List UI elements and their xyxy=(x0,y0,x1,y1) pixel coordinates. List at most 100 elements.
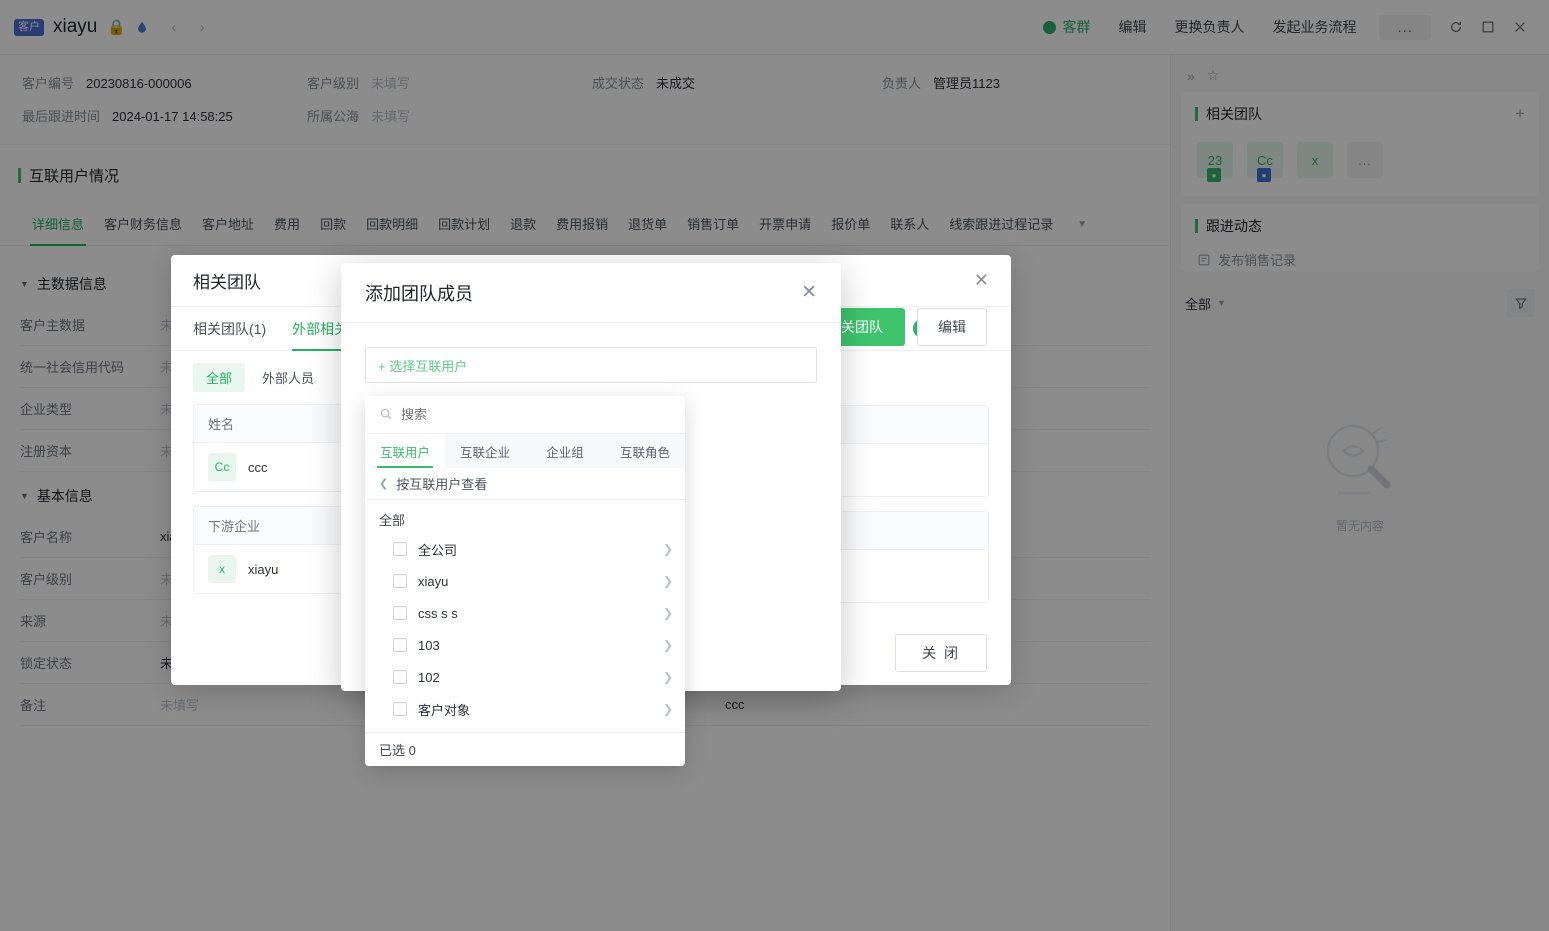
dd-tab-interconnect-role[interactable]: 互联角色 xyxy=(605,434,685,468)
section-band: 互联用户情况 xyxy=(0,146,1170,204)
dynamics-filter-select[interactable]: 全部 ▼ xyxy=(1185,294,1226,313)
field-value: 未填写 xyxy=(371,109,411,124)
start-process-button[interactable]: 发起业务流程 xyxy=(1259,10,1369,44)
filter-label: 全部 xyxy=(1185,296,1212,312)
tab-payment-plan[interactable]: 回款计划 xyxy=(428,204,500,246)
pill-external-person[interactable]: 外部人员 xyxy=(249,363,327,392)
field-value: 2024-01-17 14:58:25 xyxy=(112,109,233,124)
list-item[interactable]: xiayu ❯ xyxy=(365,565,685,597)
item-checkbox[interactable] xyxy=(393,702,407,716)
edit-related-team-button[interactable]: 编辑 xyxy=(917,308,987,346)
top-bar: 客户 xiayu 🔒 ‹ › 客群 编辑 更换负责人 发起业务流程 ... xyxy=(0,0,1549,55)
more-actions-button[interactable]: ... xyxy=(1379,14,1431,40)
list-item[interactable]: 102 ❯ xyxy=(365,661,685,693)
plus-icon[interactable]: + xyxy=(1515,104,1525,124)
dd-tab-interconnect-company[interactable]: 互联企业 xyxy=(445,434,525,468)
avatar: Cc xyxy=(208,453,236,481)
chevron-down-icon[interactable]: ▼ xyxy=(1069,219,1095,230)
company-name: xiayu xyxy=(248,561,279,577)
tab-quotation[interactable]: 报价单 xyxy=(821,204,880,246)
close-icon[interactable]: ✕ xyxy=(974,270,989,291)
related-team-card: 相关团队 + 23 ● Cc ● x ... xyxy=(1181,92,1539,196)
tab-detail-info[interactable]: 详细信息 xyxy=(22,204,94,246)
field-label: 客户编号 xyxy=(22,76,75,91)
tab-expense-reimbursement[interactable]: 费用报销 xyxy=(546,204,618,246)
tab-address[interactable]: 客户地址 xyxy=(192,204,264,246)
item-label: xiayu xyxy=(418,573,449,589)
tab-payment[interactable]: 回款 xyxy=(310,204,356,246)
tab-invoice-request[interactable]: 开票申请 xyxy=(749,204,821,246)
search-icon xyxy=(379,406,393,424)
list-item[interactable]: 全公司 ❯ xyxy=(365,533,685,565)
pill-all[interactable]: 全部 xyxy=(193,363,246,392)
dropdown-breadcrumb[interactable]: ❮ 按互联用户查看 xyxy=(365,468,685,500)
dynamics-empty-state: 暂无内容 xyxy=(1171,327,1549,534)
item-checkbox[interactable] xyxy=(393,606,407,620)
maximize-icon[interactable] xyxy=(1473,12,1503,42)
double-chevron-right-icon[interactable]: » xyxy=(1187,68,1195,84)
lock-icon[interactable]: 🔒 xyxy=(107,18,126,36)
list-item[interactable]: 进销存2202 ❯ xyxy=(365,725,685,732)
star-icon[interactable]: ☆ xyxy=(1207,67,1220,84)
field-label: 客户主数据 xyxy=(20,318,86,333)
avatar[interactable]: Cc ● xyxy=(1247,142,1283,182)
tab-return-order[interactable]: 退货单 xyxy=(618,204,677,246)
change-owner-button[interactable]: 更换负责人 xyxy=(1161,10,1257,44)
group-title: 基本信息 xyxy=(36,488,93,504)
chevron-right-icon[interactable]: ❯ xyxy=(663,542,673,556)
dropdown-tabs: 互联用户 互联企业 企业组 互联角色 xyxy=(365,434,685,468)
next-record-button[interactable]: › xyxy=(189,14,215,40)
search-input[interactable] xyxy=(401,407,671,422)
tab-contact[interactable]: 联系人 xyxy=(880,204,939,246)
item-checkbox[interactable] xyxy=(393,670,407,684)
customer-group-button[interactable]: 客群 xyxy=(1030,10,1103,44)
tab-related-team[interactable]: 相关团队(1) xyxy=(193,307,266,351)
section-accent-bar xyxy=(1195,219,1198,233)
chevron-right-icon[interactable]: ❯ xyxy=(663,702,673,716)
dialog-title: 相关团队 xyxy=(193,273,261,292)
field-value: ccc xyxy=(725,697,745,712)
avatar[interactable]: 23 ● xyxy=(1197,142,1233,182)
tab-finance-info[interactable]: 客户财务信息 xyxy=(94,204,192,246)
list-item[interactable]: 客户对象 ❯ xyxy=(365,693,685,725)
close-icon[interactable] xyxy=(1505,12,1535,42)
chevron-right-icon[interactable]: ❯ xyxy=(663,574,673,588)
item-checkbox[interactable] xyxy=(393,638,407,652)
more-avatars-button[interactable]: ... xyxy=(1347,142,1383,178)
dropdown-search-row[interactable] xyxy=(365,396,685,434)
refresh-icon[interactable] xyxy=(1441,12,1471,42)
avatar-label: Cc xyxy=(1257,152,1273,168)
follow-dynamics-card: 跟进动态 发布销售记录 xyxy=(1181,204,1539,271)
item-checkbox[interactable] xyxy=(393,574,407,588)
field-label: 客户级别 xyxy=(307,76,360,91)
avatar-badge-icon: ● xyxy=(1257,168,1271,182)
dd-tab-company-group[interactable]: 企业组 xyxy=(525,434,605,468)
close-icon[interactable]: ✕ xyxy=(801,281,817,304)
dialog-title: 添加团队成员 xyxy=(365,283,473,304)
drop-icon[interactable] xyxy=(134,20,149,35)
funnel-icon[interactable] xyxy=(1507,289,1535,317)
avatar: x xyxy=(208,555,236,583)
field-label: 锁定状态 xyxy=(20,656,73,671)
tab-refund[interactable]: 退款 xyxy=(500,204,546,246)
select-interconnect-user-input[interactable]: + 选择互联用户 xyxy=(365,347,817,383)
edit-button[interactable]: 编辑 xyxy=(1105,10,1159,44)
chevron-right-icon[interactable]: ❯ xyxy=(663,606,673,620)
item-checkbox[interactable] xyxy=(393,542,407,556)
chevron-right-icon[interactable]: ❯ xyxy=(663,638,673,652)
field-label: 注册资本 xyxy=(20,444,73,459)
tab-expense[interactable]: 费用 xyxy=(264,204,310,246)
detail-tab-strip: 详细信息 客户财务信息 客户地址 费用 回款 回款明细 回款计划 退款 费用报销… xyxy=(0,204,1170,246)
dd-tab-interconnect-user[interactable]: 互联用户 xyxy=(365,434,445,468)
avatar[interactable]: x xyxy=(1297,142,1333,178)
tab-sales-order[interactable]: 销售订单 xyxy=(677,204,749,246)
list-item[interactable]: css s s ❯ xyxy=(365,597,685,629)
chevron-right-icon[interactable]: ❯ xyxy=(663,670,673,684)
empty-text: 暂无内容 xyxy=(1335,519,1384,533)
list-item[interactable]: 103 ❯ xyxy=(365,629,685,661)
publish-sales-record-button[interactable]: 发布销售记录 xyxy=(1195,240,1525,271)
dialog-close-button[interactable]: 关 闭 xyxy=(895,634,987,672)
tab-lead-follow-records[interactable]: 线索跟进过程记录 xyxy=(939,204,1063,246)
tab-payment-detail[interactable]: 回款明细 xyxy=(356,204,428,246)
prev-record-button[interactable]: ‹ xyxy=(161,14,187,40)
